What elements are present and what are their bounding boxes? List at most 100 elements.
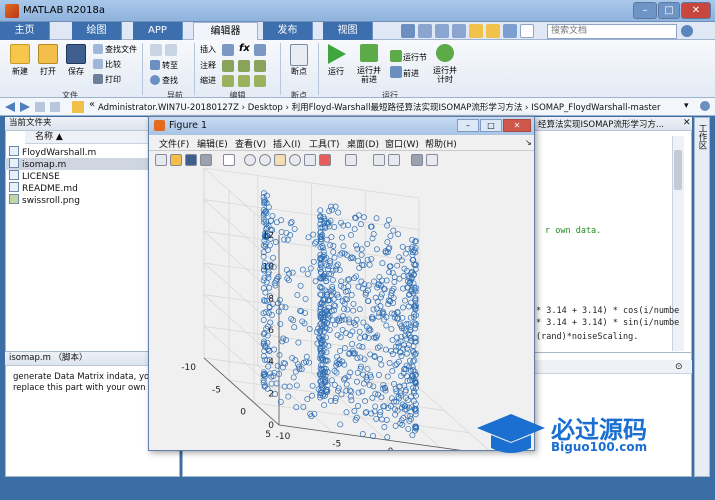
colorbar-icon[interactable]	[373, 154, 385, 166]
run-and-time-button[interactable]: 运行并 计时	[428, 66, 462, 84]
menu-desktop[interactable]: 桌面(D)	[347, 137, 379, 150]
tab-plots[interactable]: 绘图	[72, 22, 122, 40]
editor-file-tab[interactable]: 经算法实现ISOMAP流形学习方...	[538, 118, 664, 130]
tab-editor[interactable]: 编辑器	[193, 22, 258, 40]
forward-nav-icon[interactable]	[165, 44, 177, 56]
menu-insert[interactable]: 插入(I)	[273, 137, 301, 150]
breakpoints-button[interactable]: 断点	[284, 66, 314, 77]
menu-view[interactable]: 查看(V)	[235, 137, 266, 150]
insert-button[interactable]: 插入	[200, 44, 216, 55]
close-editor-icon[interactable]: ✕	[683, 118, 691, 128]
up-folder-icon[interactable]	[35, 102, 45, 112]
search-path-icon[interactable]	[700, 101, 710, 111]
figure-minimize-button[interactable]: –	[457, 119, 479, 132]
comment-percent-icon[interactable]	[222, 60, 234, 72]
list-item[interactable]: FloydWarshall.m	[9, 146, 96, 158]
path-dropdown-icon[interactable]: ▾	[684, 101, 689, 111]
undo-quick-icon[interactable]	[469, 24, 483, 38]
current-path[interactable]: Administrator.WIN7U-20180127Z › Desktop …	[98, 101, 661, 113]
print-figure-icon[interactable]	[200, 154, 212, 166]
pointer-icon[interactable]	[223, 154, 235, 166]
save-icon[interactable]	[66, 44, 86, 64]
list-item[interactable]: LICENSE	[9, 170, 60, 182]
tick-label: -5	[332, 440, 341, 450]
insert-function-icon[interactable]	[254, 44, 266, 56]
run-time-icon[interactable]	[436, 44, 454, 62]
data-cursor-icon[interactable]	[304, 154, 316, 166]
paste-quick-icon[interactable]	[452, 24, 466, 38]
scrollbar-thumb[interactable]	[674, 150, 682, 190]
show-plot-tools-icon[interactable]	[426, 154, 438, 166]
new-figure-icon[interactable]	[155, 154, 167, 166]
scatter-point	[323, 334, 329, 341]
maximize-button[interactable]: □	[658, 2, 680, 19]
wrap-comment-icon[interactable]	[254, 60, 266, 72]
run-advance-button[interactable]: 运行并 前进	[352, 66, 386, 84]
find-button[interactable]: 查找	[162, 75, 178, 86]
dock-arrow-icon[interactable]: ↘	[525, 138, 532, 147]
figure-maximize-button[interactable]: □	[480, 119, 502, 132]
new-icon[interactable]	[10, 44, 30, 64]
save-quick-icon[interactable]	[401, 24, 415, 38]
menu-tools[interactable]: 工具(T)	[309, 137, 340, 150]
tab-publish[interactable]: 发布	[263, 22, 313, 40]
legend-icon[interactable]	[388, 154, 400, 166]
back-nav-icon[interactable]	[150, 44, 162, 56]
scatter-point	[339, 234, 345, 241]
decrease-indent-icon[interactable]	[254, 75, 266, 87]
zoom-out-icon[interactable]	[259, 154, 271, 166]
hide-plot-tools-icon[interactable]	[411, 154, 423, 166]
search-docs-input[interactable]: 搜索文档	[547, 24, 677, 39]
open-folder-icon[interactable]	[38, 44, 58, 64]
insert-section-icon[interactable]	[222, 44, 234, 56]
help-icon[interactable]	[681, 25, 693, 37]
link-plot-icon[interactable]	[345, 154, 357, 166]
pan-hand-icon[interactable]	[274, 154, 286, 166]
save-button[interactable]: 保存	[62, 66, 90, 77]
run-button[interactable]: 运行	[322, 66, 350, 77]
menu-window[interactable]: 窗口(W)	[385, 137, 419, 150]
expand-icon[interactable]: ⊙	[675, 362, 683, 372]
menu-file[interactable]: 文件(F)	[159, 137, 189, 150]
print-button[interactable]: 打印	[105, 74, 121, 85]
indent-button[interactable]: 缩进	[200, 75, 216, 86]
scatter-point	[409, 432, 416, 439]
open-file-icon[interactable]	[170, 154, 182, 166]
list-item[interactable]: swissroll.png	[9, 194, 80, 206]
breakpoints-icon[interactable]	[290, 44, 308, 66]
advance-button[interactable]: 前进	[403, 68, 419, 79]
redo-quick-icon[interactable]	[486, 24, 500, 38]
scatter-point	[337, 421, 344, 428]
minimize-button[interactable]: –	[633, 2, 657, 19]
list-item[interactable]: README.md	[9, 182, 78, 194]
find-files-button[interactable]: 查找文件	[105, 44, 137, 55]
menu-help[interactable]: 帮助(H)	[425, 137, 457, 150]
menu-edit[interactable]: 编辑(E)	[197, 137, 228, 150]
switch-windows-icon[interactable]	[503, 24, 517, 38]
rotate-3d-icon[interactable]	[289, 154, 301, 166]
run-advance-icon[interactable]	[360, 44, 378, 62]
browse-folder-icon[interactable]	[50, 102, 60, 112]
tab-view[interactable]: 视图	[323, 22, 373, 40]
cut-quick-icon[interactable]	[418, 24, 432, 38]
comment-button[interactable]: 注释	[200, 60, 216, 71]
copy-quick-icon[interactable]	[435, 24, 449, 38]
zoom-in-icon[interactable]	[244, 154, 256, 166]
save-figure-icon[interactable]	[185, 154, 197, 166]
increase-indent-icon[interactable]	[238, 75, 250, 87]
run-section-button[interactable]: 运行节	[403, 52, 427, 63]
new-button[interactable]: 新建	[6, 66, 34, 77]
tab-home[interactable]: 主页	[0, 22, 50, 40]
figure-close-button[interactable]: ✕	[503, 119, 531, 132]
help-quick-icon[interactable]	[520, 24, 534, 38]
brush-icon[interactable]	[319, 154, 331, 166]
workspace-side-tab[interactable]: 工作区	[697, 124, 707, 150]
open-button[interactable]: 打开	[34, 66, 62, 77]
tab-apps[interactable]: APP	[133, 22, 183, 40]
goto-button[interactable]: 转至	[162, 60, 178, 71]
smart-indent-icon[interactable]	[222, 75, 234, 87]
fx-button[interactable]: fx	[239, 43, 250, 54]
close-button[interactable]: ✕	[681, 2, 711, 19]
compare-button[interactable]: 比较	[105, 59, 121, 70]
uncomment-icon[interactable]	[238, 60, 250, 72]
